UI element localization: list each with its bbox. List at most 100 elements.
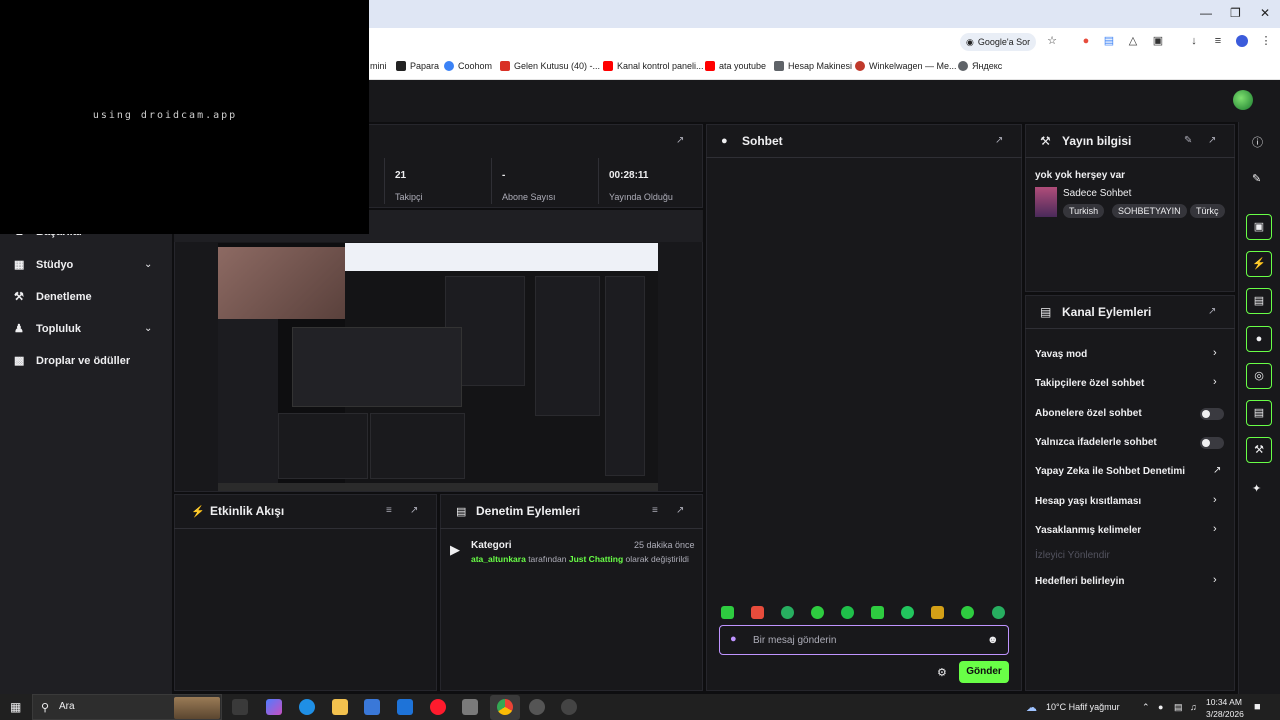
emote-only-toggle[interactable] [1200, 437, 1224, 449]
mail-icon[interactable] [397, 699, 413, 715]
bookmark-item[interactable]: Papara [396, 61, 439, 71]
google-ask-button[interactable]: ◉ Google'a Sor [960, 33, 1037, 51]
playlist-icon[interactable]: ≡ [1212, 35, 1224, 47]
opera-icon[interactable] [430, 699, 446, 715]
volume-icon[interactable]: ♫ [1190, 702, 1197, 712]
puzzle-icon[interactable]: ▣ [1152, 35, 1164, 47]
action-account-age[interactable]: Hesap yaşı kısıtlaması [1035, 496, 1141, 507]
external-link-icon[interactable]: ↗ [1213, 465, 1221, 476]
star-icon[interactable]: ☆ [1046, 35, 1058, 47]
taskbar-search-label[interactable]: Ara [59, 701, 75, 712]
extension-icon[interactable]: △ [1127, 35, 1139, 47]
sidebar-item-moderation[interactable]: ⚒ Denetleme [14, 291, 92, 303]
microphone-icon[interactable]: ● [730, 633, 737, 645]
info-icon[interactable]: ⓘ [1252, 134, 1263, 150]
popout-icon[interactable]: ↗ [410, 505, 418, 516]
chevron-right-icon[interactable]: › [1213, 494, 1217, 506]
pencil-icon[interactable]: ✎ [1252, 172, 1261, 185]
task-view-icon[interactable] [232, 699, 248, 715]
bookmark-item[interactable]: Hesap Makinesi [774, 61, 852, 71]
emote-icon[interactable] [751, 606, 764, 619]
chevron-down-icon[interactable]: ⌄ [144, 259, 152, 270]
rail-button[interactable]: ▤ [1246, 288, 1272, 314]
restore-icon[interactable]: ❐ [1230, 6, 1241, 20]
filter-icon[interactable]: ≡ [652, 505, 658, 516]
rail-button[interactable]: ▤ [1246, 400, 1272, 426]
action-banned-words[interactable]: Yasaklanmış kelimeler [1035, 525, 1141, 536]
emoji-icon[interactable]: ☻ [987, 634, 999, 646]
download-icon[interactable]: ↓ [1188, 35, 1200, 47]
bookmark-item[interactable]: Kanal kontrol paneli... [603, 61, 704, 71]
tag[interactable]: Türkç [1190, 204, 1225, 218]
stream-preview[interactable] [218, 243, 658, 491]
weather-text[interactable]: 10°C Hafif yağmur [1046, 702, 1120, 712]
clock-date[interactable]: 3/28/2026 [1206, 709, 1244, 719]
microphone-icon[interactable]: ● [1158, 702, 1163, 712]
emote-icon[interactable] [901, 606, 914, 619]
app-icon[interactable] [462, 699, 478, 715]
stream-category[interactable]: Sadece Sohbet [1063, 188, 1131, 199]
chevron-right-icon[interactable]: › [1213, 523, 1217, 535]
emote-icon[interactable] [841, 606, 854, 619]
action-ai-moderation[interactable]: Yapay Zeka ile Sohbet Denetimi [1035, 466, 1185, 477]
profile-icon[interactable] [1236, 35, 1248, 47]
send-button[interactable]: Gönder [959, 661, 1009, 683]
add-widget-icon[interactable]: ✦ [1252, 482, 1261, 495]
subscribers-only-toggle[interactable] [1200, 408, 1224, 420]
filter-icon[interactable]: ≡ [386, 505, 392, 516]
file-explorer-icon[interactable] [332, 699, 348, 715]
chat-input-placeholder[interactable]: Bir mesaj gönderin [753, 635, 836, 646]
opera-icon[interactable]: ● [1080, 35, 1092, 47]
translate-icon[interactable]: ▤ [1103, 35, 1115, 47]
emote-icon[interactable] [721, 606, 734, 619]
app-icon[interactable] [529, 699, 545, 715]
emote-icon[interactable] [931, 606, 944, 619]
windows-start-icon[interactable]: ▦ [10, 700, 21, 714]
sidebar-item-community[interactable]: ♟ Topluluk [14, 323, 81, 335]
emote-icon[interactable] [781, 606, 794, 619]
close-icon[interactable]: ✕ [1260, 6, 1270, 20]
bookmark-item[interactable]: Яндекс [958, 61, 1002, 71]
chevron-right-icon[interactable]: › [1213, 574, 1217, 586]
avatar[interactable] [1233, 90, 1253, 110]
sidebar-item-studio[interactable]: ▦ Stüdyo [14, 259, 73, 271]
bookmark-item[interactable]: ata youtube [705, 61, 766, 71]
copilot-icon[interactable] [266, 699, 282, 715]
clock-time[interactable]: 10:34 AM [1206, 697, 1242, 707]
rail-button[interactable]: ⚒ [1246, 437, 1272, 463]
rail-button[interactable]: ◎ [1246, 363, 1272, 389]
chevron-down-icon[interactable]: ⌄ [144, 323, 152, 334]
action-set-goals[interactable]: Hedefleri belirleyin [1035, 576, 1124, 587]
chrome-icon[interactable] [497, 699, 513, 715]
popout-icon[interactable]: ↗ [676, 135, 684, 146]
app-icon[interactable] [561, 699, 577, 715]
popout-icon[interactable]: ↗ [995, 135, 1003, 146]
bookmark-item[interactable]: Gelen Kutusu (40) -... [500, 61, 600, 71]
chevron-right-icon[interactable]: › [1213, 347, 1217, 359]
action-followers-only[interactable]: Takipçilere özel sohbet [1035, 378, 1144, 389]
emote-icon[interactable] [871, 606, 884, 619]
notification-icon[interactable]: ■ [1254, 701, 1261, 713]
chevron-up-icon[interactable]: ⌃ [1142, 702, 1150, 713]
pencil-icon[interactable]: ✎ [1184, 135, 1192, 146]
rail-button[interactable]: ⚡ [1246, 251, 1272, 277]
popout-icon[interactable]: ↗ [1208, 306, 1216, 317]
action-slow-mode[interactable]: Yavaş mod [1035, 349, 1087, 360]
tag[interactable]: SOHBETYAYIN [1112, 204, 1187, 218]
emote-icon[interactable] [961, 606, 974, 619]
mod-entry-category[interactable]: Just Chatting [569, 554, 623, 564]
popout-icon[interactable]: ↗ [676, 505, 684, 516]
mod-entry-user[interactable]: ata_altunkara [471, 554, 526, 564]
emote-icon[interactable] [811, 606, 824, 619]
tag[interactable]: Turkish [1063, 204, 1105, 218]
edge-icon[interactable] [299, 699, 315, 715]
emote-icon[interactable] [992, 606, 1005, 619]
sidebar-item-drops[interactable]: ▩ Droplar ve ödüller [14, 355, 130, 367]
chevron-right-icon[interactable]: › [1213, 376, 1217, 388]
bookmark-item[interactable]: Winkelwagen — Me... [855, 61, 957, 71]
bookmark-item[interactable]: mini [370, 61, 387, 71]
network-icon[interactable]: ▤ [1174, 702, 1183, 713]
rail-button[interactable]: ▣ [1246, 214, 1272, 240]
minimize-icon[interactable]: — [1200, 6, 1212, 20]
gear-icon[interactable]: ⚙ [937, 666, 947, 679]
